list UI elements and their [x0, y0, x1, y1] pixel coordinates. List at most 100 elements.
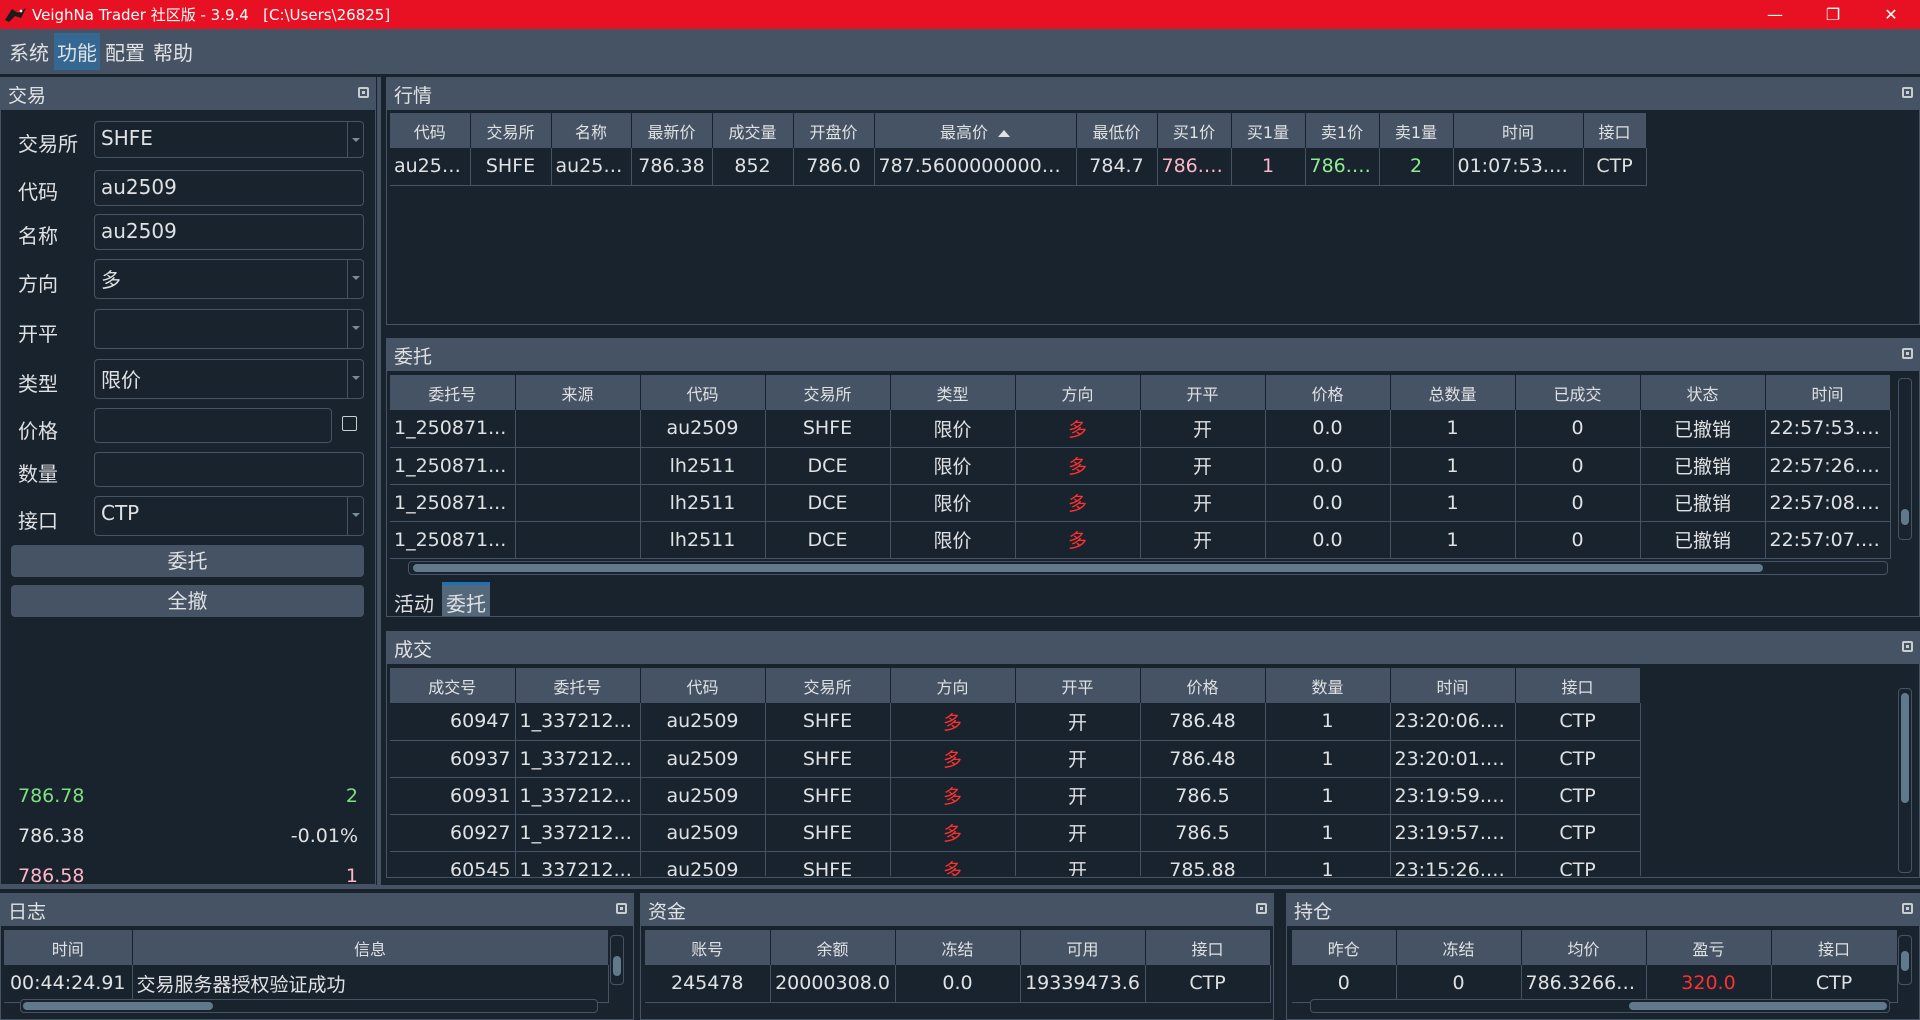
column-header[interactable]: 时间: [1390, 668, 1516, 703]
column-header[interactable]: 余额: [770, 930, 896, 965]
table-row[interactable]: 1_250871... lh2511 DCE 限价多开 0.0 1 0 已撤销 22:57:26…: [390, 447, 1891, 485]
orders-hscrollbar[interactable]: [408, 561, 1888, 575]
column-header[interactable]: 委托号: [515, 668, 641, 703]
scroll-thumb[interactable]: [613, 956, 621, 976]
column-header[interactable]: 成交量: [712, 113, 794, 148]
column-header[interactable]: 买1价: [1157, 113, 1232, 148]
column-header[interactable]: 代码: [390, 113, 471, 148]
column-header[interactable]: 信息: [132, 930, 609, 965]
float-icon[interactable]: [1902, 348, 1913, 359]
restore-button[interactable]: ❐: [1804, 0, 1862, 29]
column-header[interactable]: 最高价: [874, 113, 1077, 148]
column-header[interactable]: 可用: [1020, 930, 1146, 965]
table-row[interactable]: 60947 1_337212... au2509 SHFE 多开 786.48 1 23:20…: [390, 703, 1641, 741]
trades-vscrollbar[interactable]: [1898, 688, 1912, 873]
column-header[interactable]: 最新价: [631, 113, 713, 148]
column-header[interactable]: 接口: [1583, 113, 1647, 148]
scroll-thumb[interactable]: [413, 564, 1763, 572]
column-header[interactable]: 昨仓: [1292, 930, 1397, 965]
table-row[interactable]: 60545 1_337212... au2509 SHFE 多开 785.88 1 23:15…: [390, 851, 1641, 876]
table-row[interactable]: au2509 SHFE au2509 786.38 852 786.0 787.560000…: [390, 148, 1647, 186]
column-header[interactable]: 价格: [1265, 375, 1391, 410]
send-order-button[interactable]: 委托: [11, 545, 364, 577]
log-vscrollbar[interactable]: [610, 935, 624, 985]
column-header[interactable]: 交易所: [765, 375, 891, 410]
column-header[interactable]: 接口: [1145, 930, 1271, 965]
column-header[interactable]: 代码: [640, 668, 766, 703]
column-header[interactable]: 数量: [1265, 668, 1391, 703]
symbol-input[interactable]: au2509: [94, 170, 364, 206]
column-header[interactable]: 时间: [1765, 375, 1891, 410]
column-header[interactable]: 接口: [1771, 930, 1898, 965]
column-header[interactable]: 状态: [1640, 375, 1766, 410]
column-header[interactable]: 冻结: [1396, 930, 1522, 965]
table-row[interactable]: 60931 1_337212... au2509 SHFE 多开 786.5 1 23:19:…: [390, 777, 1641, 815]
direction-select[interactable]: 多: [94, 259, 364, 299]
vertical-splitter[interactable]: [377, 77, 381, 885]
tab-orders[interactable]: 委托: [442, 582, 490, 616]
column-header[interactable]: 类型: [890, 375, 1016, 410]
table-row[interactable]: 245478 20000308.0 0.0 19339473.6 CTP: [645, 965, 1271, 1003]
table-row[interactable]: 0 0 786.32666... 320.0 CTP: [1292, 965, 1898, 1003]
menu-help[interactable]: 帮助: [150, 33, 196, 70]
float-icon[interactable]: [616, 903, 627, 914]
scroll-thumb[interactable]: [1901, 509, 1909, 525]
column-header[interactable]: 时间: [1453, 113, 1584, 148]
column-header[interactable]: 已成交: [1515, 375, 1641, 410]
column-header[interactable]: 均价: [1521, 930, 1647, 965]
menu-function[interactable]: 功能: [54, 33, 100, 70]
column-header[interactable]: 委托号: [390, 375, 516, 410]
position-vscrollbar[interactable]: [1898, 935, 1912, 985]
column-header[interactable]: 代码: [640, 375, 766, 410]
column-header[interactable]: 买1量: [1231, 113, 1306, 148]
column-header[interactable]: 冻结: [895, 930, 1021, 965]
column-header[interactable]: 开平: [1015, 668, 1141, 703]
column-header[interactable]: 卖1价: [1305, 113, 1380, 148]
table-row[interactable]: 1_250871... lh2511 DCE 限价多开 0.0 1 0 已撤销 22:57:07…: [390, 521, 1891, 559]
float-icon[interactable]: [1902, 641, 1913, 652]
column-header[interactable]: 价格: [1140, 668, 1266, 703]
table-row[interactable]: 1_250871... lh2511 DCE 限价多开 0.0 1 0 已撤销 22:57:08…: [390, 484, 1891, 522]
menu-config[interactable]: 配置: [102, 33, 148, 70]
position-hscrollbar[interactable]: [1310, 999, 1890, 1013]
scroll-thumb[interactable]: [1901, 951, 1909, 971]
table-row[interactable]: 60927 1_337212... au2509 SHFE 多开 786.5 1 23:19:…: [390, 814, 1641, 852]
column-header[interactable]: 方向: [1015, 375, 1141, 410]
table-row[interactable]: 00:44:24.91 交易服务器授权验证成功: [4, 965, 609, 1003]
column-header[interactable]: 成交号: [390, 668, 516, 703]
close-button[interactable]: ✕: [1862, 0, 1920, 29]
column-header[interactable]: 方向: [890, 668, 1016, 703]
float-icon[interactable]: [1902, 903, 1913, 914]
scroll-thumb[interactable]: [23, 1002, 213, 1010]
cancel-all-button[interactable]: 全撤: [11, 585, 364, 617]
log-hscrollbar[interactable]: [20, 999, 598, 1013]
column-header[interactable]: 开平: [1140, 375, 1266, 410]
price-auto-checkbox[interactable]: [342, 416, 357, 431]
column-header[interactable]: 时间: [4, 930, 133, 965]
horizontal-splitter[interactable]: [0, 885, 1920, 889]
exchange-select[interactable]: SHFE: [94, 121, 364, 158]
column-header[interactable]: 名称: [551, 113, 632, 148]
type-select[interactable]: 限价: [94, 359, 364, 399]
column-header[interactable]: 卖1量: [1379, 113, 1454, 148]
offset-select[interactable]: [94, 309, 364, 349]
gateway-select[interactable]: CTP: [94, 496, 364, 536]
volume-input[interactable]: [94, 452, 364, 487]
table-row[interactable]: 1_250871... au2509 SHFE 限价多开 0.0 1 0 已撤销 22:57:5…: [390, 410, 1891, 448]
column-header[interactable]: 总数量: [1390, 375, 1516, 410]
column-header[interactable]: 最低价: [1076, 113, 1158, 148]
column-header[interactable]: 来源: [515, 375, 641, 410]
scroll-thumb[interactable]: [1901, 693, 1909, 803]
column-header[interactable]: 开盘价: [793, 113, 875, 148]
column-header[interactable]: 交易所: [470, 113, 552, 148]
price-input[interactable]: [94, 408, 332, 443]
column-header[interactable]: 账号: [645, 930, 771, 965]
float-icon[interactable]: [1902, 87, 1913, 98]
float-icon[interactable]: [358, 87, 369, 98]
column-header[interactable]: 交易所: [765, 668, 891, 703]
table-row[interactable]: 60937 1_337212... au2509 SHFE 多开 786.48 1 23:20…: [390, 740, 1641, 778]
column-header[interactable]: 接口: [1515, 668, 1641, 703]
menu-system[interactable]: 系统: [6, 33, 52, 70]
orders-vscrollbar[interactable]: [1898, 378, 1912, 540]
scroll-thumb[interactable]: [1629, 1002, 1887, 1010]
